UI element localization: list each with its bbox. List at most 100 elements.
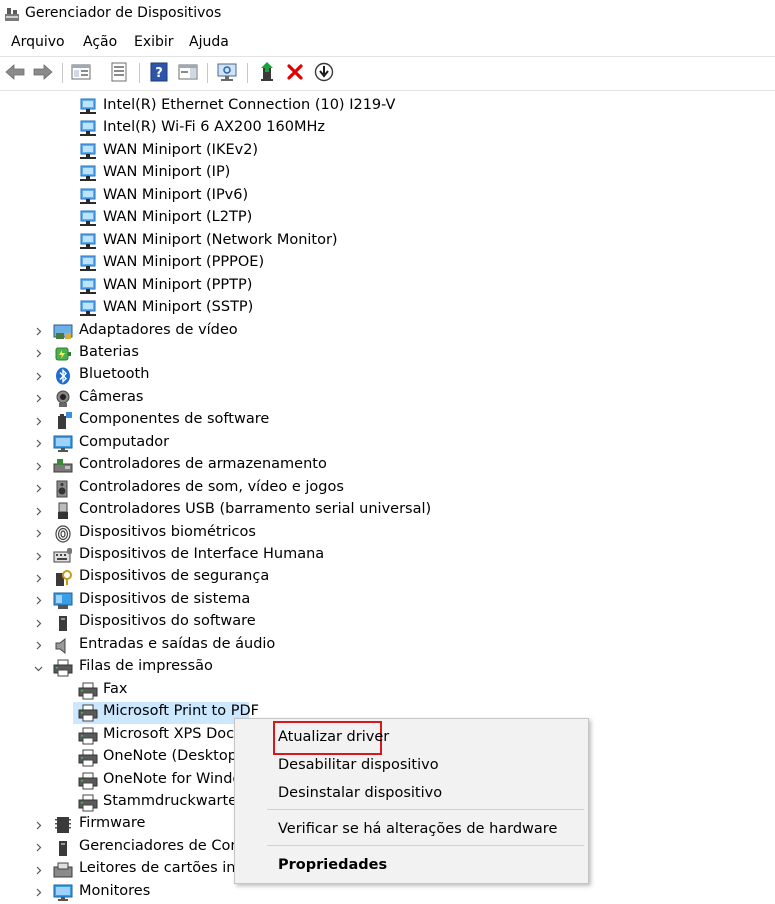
network-adapter-icon <box>78 300 98 318</box>
hid-icon <box>53 547 73 565</box>
network-adapter-icon <box>78 233 98 251</box>
tree-item-network-adapter[interactable]: Intel(R) Ethernet Connection (10) I219-V <box>0 96 775 118</box>
tree-category[interactable]: Adaptadores de vídeo <box>0 321 775 343</box>
tree-category[interactable]: Monitores <box>0 882 775 904</box>
chevron-right-icon[interactable] <box>33 523 43 545</box>
tree-item-network-adapter[interactable]: WAN Miniport (SSTP) <box>0 298 775 320</box>
chevron-right-icon[interactable] <box>33 859 43 881</box>
tree-item-label: WAN Miniport (IKEv2) <box>103 141 259 158</box>
tree-item-network-adapter[interactable]: WAN Miniport (Network Monitor) <box>0 231 775 253</box>
tree-category[interactable]: Dispositivos de Interface Humana <box>0 545 775 567</box>
tree-category[interactable]: Controladores de armazenamento <box>0 455 775 477</box>
network-adapter-icon <box>78 210 98 228</box>
show-hide-console-tree-icon[interactable] <box>70 61 92 83</box>
network-adapter-icon <box>78 188 98 206</box>
chevron-right-icon[interactable] <box>33 635 43 657</box>
properties-icon[interactable] <box>108 61 130 83</box>
chevron-right-icon[interactable] <box>33 590 43 612</box>
menu-arquivo[interactable]: Arquivo <box>11 34 65 50</box>
tree-item-label: Entradas e saídas de áudio <box>79 635 276 652</box>
tree-category[interactable]: Bluetooth <box>0 365 775 387</box>
update-driver-icon[interactable] <box>256 61 278 83</box>
printer-icon <box>78 749 98 767</box>
tree-item-label: Firmware <box>79 815 146 832</box>
chevron-right-icon[interactable] <box>33 410 43 432</box>
tree-category[interactable]: Câmeras <box>0 388 775 410</box>
tree-category[interactable]: Dispositivos de sistema <box>0 590 775 612</box>
uninstall-device-icon[interactable] <box>284 61 306 83</box>
display-adapter-icon <box>53 323 73 341</box>
printer-icon <box>78 727 98 745</box>
menu-item-uninstall-device[interactable]: Desinstalar dispositivo <box>278 785 442 801</box>
toolbar-separator <box>62 63 63 83</box>
scan-hardware-icon[interactable] <box>216 61 238 83</box>
chevron-right-icon[interactable] <box>33 837 43 859</box>
chevron-down-icon[interactable] <box>33 657 43 679</box>
printer-icon <box>78 682 98 700</box>
tree-item-label: Fax <box>103 680 128 697</box>
tree-item-network-adapter[interactable]: WAN Miniport (PPPOE) <box>0 253 775 275</box>
tree-item-network-adapter[interactable]: WAN Miniport (IKEv2) <box>0 141 775 163</box>
toolbar-divider <box>0 90 775 91</box>
tree-category[interactable]: Entradas e saídas de áudio <box>0 635 775 657</box>
tree-item-network-adapter[interactable]: Intel(R) Wi-Fi 6 AX200 160MHz <box>0 118 775 140</box>
tree-item-network-adapter[interactable]: WAN Miniport (IP) <box>0 163 775 185</box>
firmware-icon <box>53 816 73 834</box>
help-icon[interactable]: ? <box>148 61 170 83</box>
chevron-right-icon[interactable] <box>33 388 43 410</box>
menu-exibir[interactable]: Exibir <box>134 34 174 50</box>
tree-category[interactable]: Dispositivos biométricos <box>0 523 775 545</box>
tree-item-label: Computador <box>79 433 170 450</box>
tree-item-network-adapter[interactable]: WAN Miniport (IPv6) <box>0 186 775 208</box>
chevron-right-icon[interactable] <box>33 567 43 589</box>
chevron-right-icon[interactable] <box>33 545 43 567</box>
tree-category[interactable]: Computador <box>0 433 775 455</box>
menu-item-update-driver[interactable]: Atualizar driver <box>278 729 389 745</box>
tree-item-label: Microsoft XPS Docur <box>103 725 250 742</box>
tree-category[interactable]: Dispositivos do software <box>0 612 775 634</box>
menu-item-properties[interactable]: Propriedades <box>278 857 387 873</box>
tree-item-label: Controladores USB (barramento serial uni… <box>79 501 432 518</box>
chevron-right-icon[interactable] <box>33 365 43 387</box>
menu-acao[interactable]: Ação <box>83 34 117 50</box>
tree-item-label: Controladores de som, vídeo e jogos <box>79 478 344 495</box>
chevron-right-icon[interactable] <box>33 882 43 904</box>
tree-item-label: WAN Miniport (PPPOE) <box>103 254 265 271</box>
tree-category[interactable]: Controladores USB (barramento serial uni… <box>0 500 775 522</box>
tree-item-label: OneNote for Windo <box>103 770 242 787</box>
chevron-right-icon[interactable] <box>33 433 43 455</box>
chevron-right-icon[interactable] <box>33 321 43 343</box>
tree-category[interactable]: Dispositivos de segurança <box>0 567 775 589</box>
chevron-right-icon[interactable] <box>33 343 43 365</box>
tree-item-print-queue[interactable]: Fax <box>0 680 775 702</box>
tree-category[interactable]: Componentes de software <box>0 410 775 432</box>
chevron-right-icon[interactable] <box>33 814 43 836</box>
menu-item-scan-hardware[interactable]: Verificar se há alterações de hardware <box>278 821 557 837</box>
tree-category[interactable]: Controladores de som, vídeo e jogos <box>0 478 775 500</box>
tree-item-network-adapter[interactable]: WAN Miniport (PPTP) <box>0 276 775 298</box>
menu-item-disable-device[interactable]: Desabilitar dispositivo <box>278 757 439 773</box>
disable-device-icon[interactable] <box>313 61 335 83</box>
forward-icon[interactable] <box>32 61 54 83</box>
menu-ajuda[interactable]: Ajuda <box>189 34 229 50</box>
back-icon[interactable] <box>4 61 26 83</box>
toolbar-separator <box>207 63 208 83</box>
chevron-right-icon[interactable] <box>33 500 43 522</box>
tree-item-label: Dispositivos do software <box>79 613 256 630</box>
tree-item-label: Dispositivos biométricos <box>79 523 256 540</box>
network-adapter-icon <box>78 165 98 183</box>
tree-category-print-queues[interactable]: Filas de impressão <box>0 657 775 679</box>
tree-item-label: Gerenciadores de Conec <box>79 837 257 854</box>
tree-category[interactable]: Baterias <box>0 343 775 365</box>
network-adapter-icon <box>78 98 98 116</box>
chevron-right-icon[interactable] <box>33 612 43 634</box>
computer-icon <box>53 435 73 453</box>
tree-item-network-adapter[interactable]: WAN Miniport (L2TP) <box>0 208 775 230</box>
chevron-right-icon[interactable] <box>33 455 43 477</box>
camera-icon <box>53 390 73 408</box>
menu-bar: Arquivo Ação Exibir Ajuda <box>0 31 775 55</box>
tree-item-label: Baterias <box>79 343 139 360</box>
chevron-right-icon[interactable] <box>33 478 43 500</box>
card-reader-icon <box>53 861 73 879</box>
action-pane-icon[interactable] <box>177 61 199 83</box>
